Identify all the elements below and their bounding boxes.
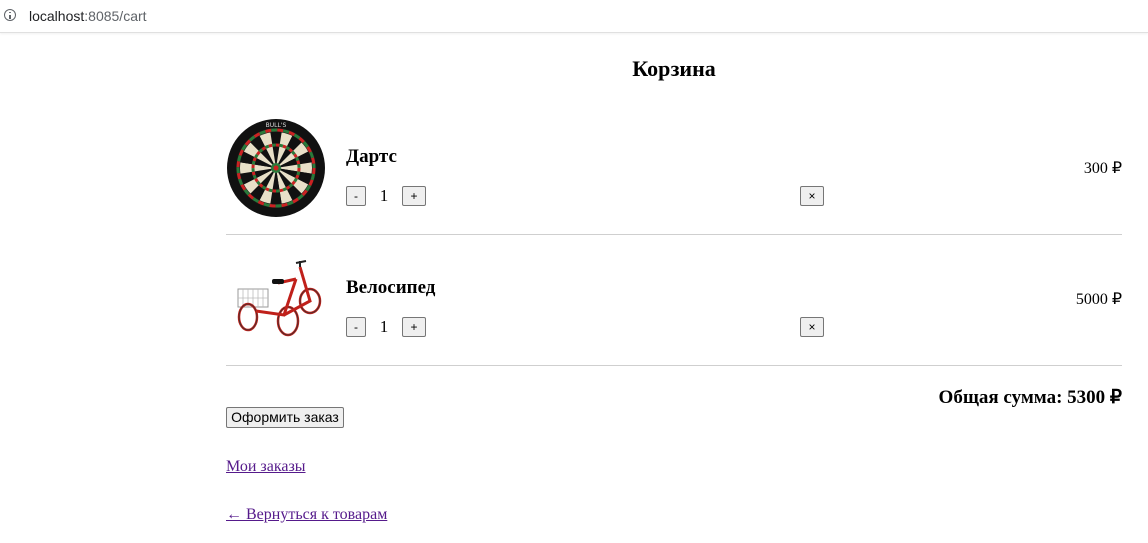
info-icon[interactable] [4,9,16,21]
item-name: Велосипед [346,277,436,298]
increase-quantity-button[interactable]: + [402,186,426,206]
remove-item-button[interactable]: × [800,186,824,206]
quantity-value: 1 [379,317,389,336]
increase-quantity-button[interactable]: + [402,317,426,337]
browser-address-bar[interactable]: localhost:8085/cart [0,0,1148,33]
decrease-quantity-button[interactable]: - [346,317,366,337]
dartboard-image: BULL'S [227,119,325,217]
cart-item: BULL'S Дартс - 1 + × 300 ₽ [226,104,1122,235]
decrease-quantity-button[interactable]: - [346,186,366,206]
page-title: Корзина [632,56,716,81]
item-price: 5000 ₽ [1075,291,1122,308]
item-price: 300 ₽ [1083,160,1122,177]
cart-container: BULL'S Дартс - 1 + × 300 ₽ Велосипед - 1… [226,104,1122,523]
quantity-value: 1 [379,186,389,205]
url-path: :8085/cart [84,8,147,24]
back-to-products-link[interactable]: ← Вернуться к товарам [226,506,387,524]
remove-item-button[interactable]: × [800,317,824,337]
item-name: Дартс [346,146,397,167]
cart-total: Общая сумма: 5300 ₽ [938,387,1122,408]
url-host: localhost [29,8,85,24]
checkout-button[interactable]: Оформить заказ [226,407,344,428]
my-orders-link[interactable]: Мои заказы [226,458,306,476]
url-text[interactable]: localhost:8085/cart [29,8,147,24]
svg-text:BULL'S: BULL'S [266,122,287,129]
tricycle-image [237,260,322,337]
cart-item: Велосипед - 1 + × 5000 ₽ [226,235,1122,366]
